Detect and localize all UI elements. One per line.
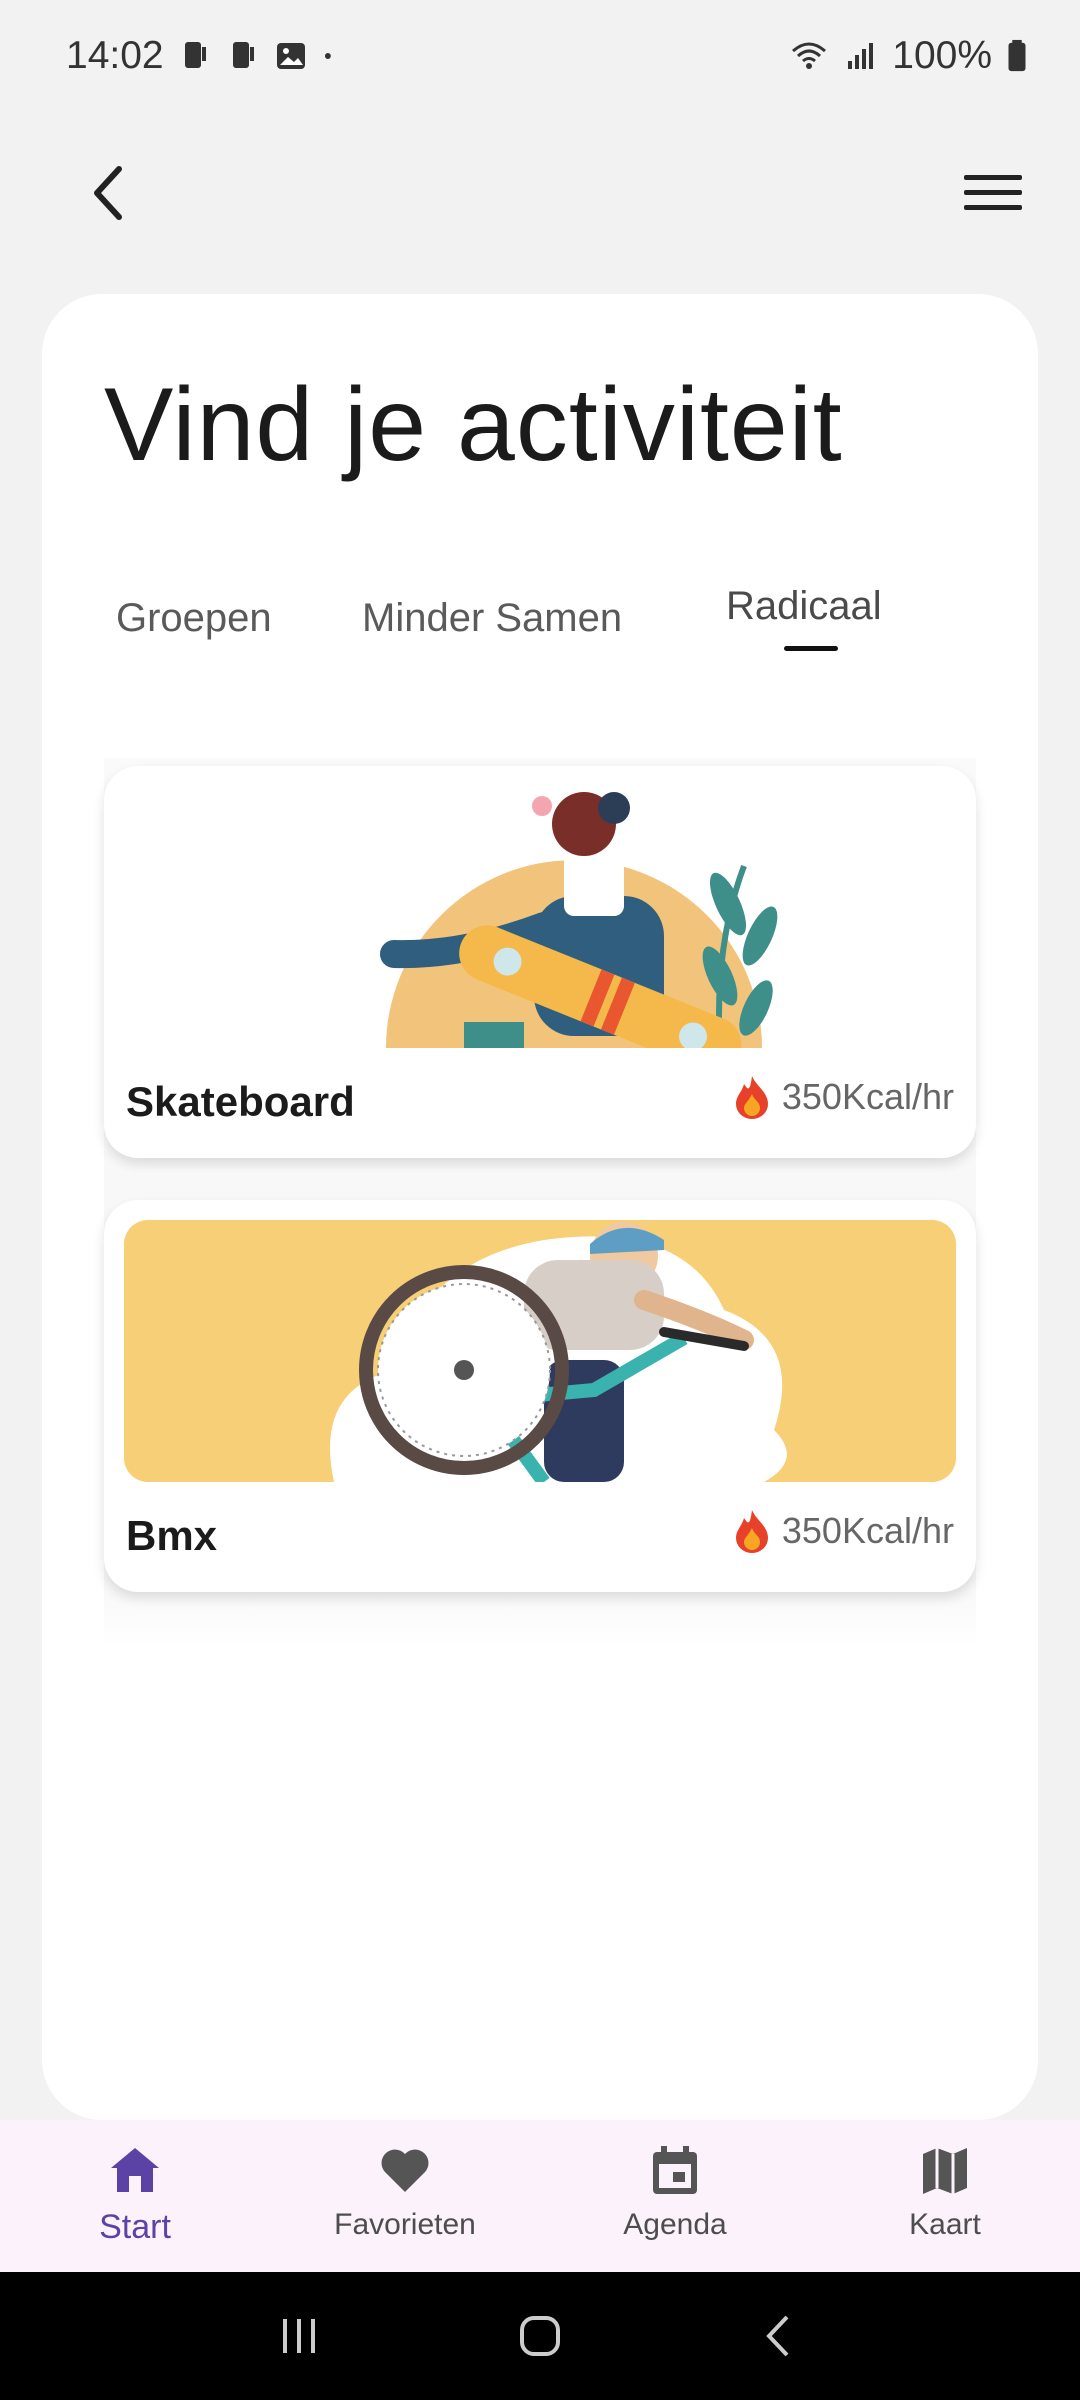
nav-agenda[interactable]: Agenda — [540, 2120, 810, 2272]
status-left: 14:02 — [66, 34, 342, 78]
status-bar: 14:02 100% — [0, 0, 1080, 112]
nav-favorieten-label: Favorieten — [334, 2208, 476, 2241]
nav-kaart-label: Kaart — [909, 2208, 981, 2241]
home-icon — [111, 2148, 159, 2192]
active-tab-indicator — [784, 646, 838, 651]
fire-icon — [735, 1510, 768, 1553]
activity-name: Bmx — [126, 1512, 218, 1559]
calories-value: 350Kcal/hr — [781, 1510, 954, 1551]
tab-groepen[interactable]: Groepen — [116, 596, 272, 641]
phone-icon — [184, 42, 206, 68]
back-button[interactable] — [72, 158, 142, 228]
top-app-bar — [0, 140, 1080, 250]
activity-name: Skateboard — [126, 1078, 355, 1125]
battery-percentage: 100% — [892, 34, 992, 77]
bmx-illustration — [124, 1220, 956, 1482]
signal-icon — [848, 43, 874, 69]
tab-radicaal[interactable]: Radicaal — [726, 584, 882, 629]
activity-card-skateboard[interactable]: Skateboard 350Kcal/hr — [104, 766, 976, 1158]
activity-calories: 350Kcal/hr — [732, 1074, 954, 1120]
chevron-left-icon — [94, 166, 122, 220]
bottom-navigation: Start Favorieten Agenda Kaart — [0, 2120, 1080, 2272]
phone-icon — [232, 42, 254, 68]
nav-start-label: Start — [99, 2208, 171, 2246]
recent-apps-icon[interactable] — [275, 2311, 325, 2361]
status-right: 100% — [788, 34, 1028, 78]
dot-icon — [324, 53, 331, 59]
activity-calories: 350Kcal/hr — [732, 1508, 954, 1554]
tab-minder-samen[interactable]: Minder Samen — [362, 596, 622, 641]
page-title: Vind je activiteit — [104, 367, 843, 483]
status-time: 14:02 — [66, 34, 164, 77]
back-nav-icon[interactable] — [755, 2311, 805, 2361]
calories-value: 350Kcal/hr — [781, 1076, 954, 1117]
home-button-icon[interactable] — [515, 2311, 565, 2361]
nav-start[interactable]: Start — [0, 2120, 270, 2272]
nav-agenda-label: Agenda — [623, 2208, 727, 2241]
skateboard-illustration — [124, 786, 956, 1048]
fire-icon — [735, 1076, 768, 1119]
heart-icon — [381, 2149, 429, 2192]
hamburger-menu-icon — [964, 175, 1022, 210]
nav-kaart[interactable]: Kaart — [810, 2120, 1080, 2272]
nav-favorieten[interactable]: Favorieten — [270, 2120, 540, 2272]
wifi-icon — [792, 42, 827, 69]
image-icon — [276, 43, 305, 69]
map-icon — [923, 2148, 967, 2194]
battery-icon — [1008, 39, 1026, 72]
category-tabs: Groepen Minder Samen Radicaal — [42, 574, 1038, 684]
activity-card-bmx[interactable]: Bmx 350Kcal/hr — [104, 1200, 976, 1592]
menu-button[interactable] — [958, 158, 1028, 228]
system-navigation-bar — [0, 2272, 1080, 2400]
calendar-icon — [653, 2146, 697, 2194]
